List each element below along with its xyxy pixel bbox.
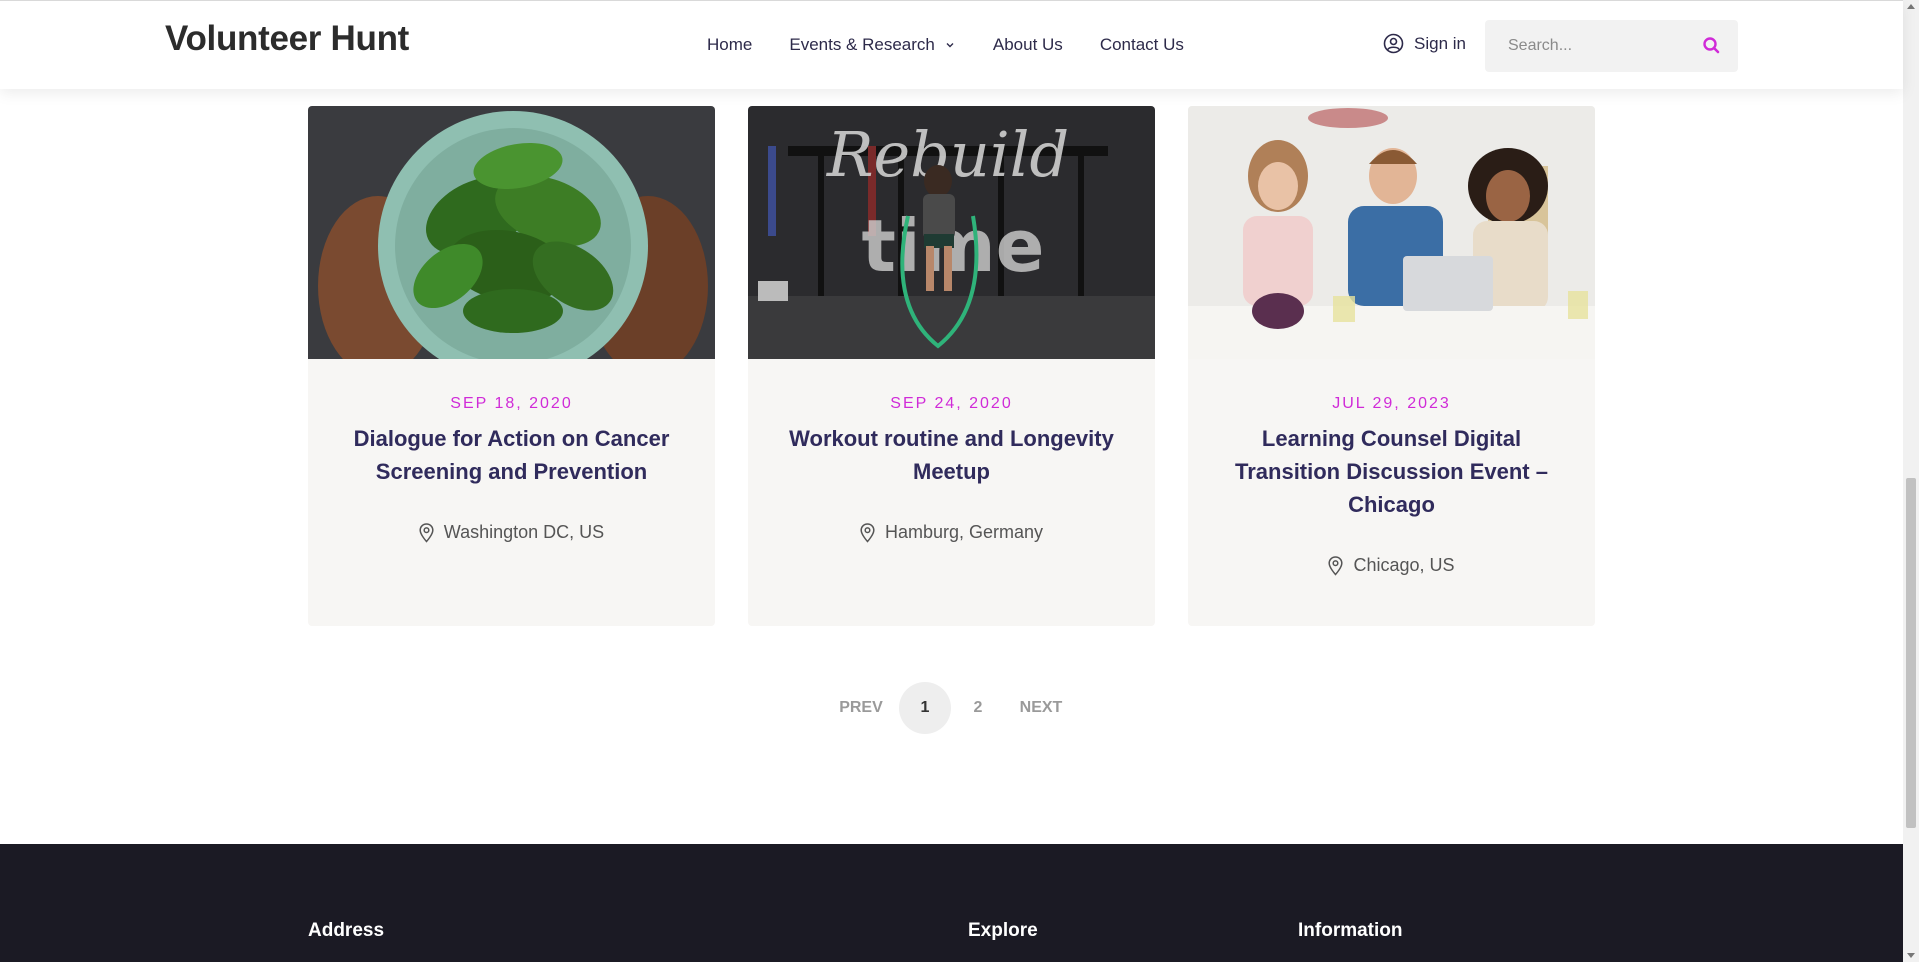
nav-about-us[interactable]: About Us <box>993 35 1063 55</box>
event-title[interactable]: Learning Counsel Digital Transition Disc… <box>1218 422 1565 521</box>
event-date: SEP 18, 2020 <box>450 395 573 412</box>
prev-page-button[interactable]: PREV <box>836 682 886 734</box>
map-pin-icon <box>1328 555 1344 576</box>
page-1-button[interactable]: 1 <box>899 682 951 734</box>
footer-heading-address: Address <box>308 920 385 941</box>
site-footer: Address Explore Information <box>0 844 1903 962</box>
event-card[interactable]: Rebuild time SEP 24, 2020 Workout routin… <box>748 106 1155 626</box>
event-image[interactable] <box>1188 106 1595 359</box>
event-title[interactable]: Workout routine and Longevity Meetup <box>778 422 1125 488</box>
event-date: SEP 24, 2020 <box>890 395 1013 412</box>
event-title[interactable]: Dialogue for Action on Cancer Screening … <box>338 422 685 488</box>
sign-in-label: Sign in <box>1414 33 1466 53</box>
event-location-label: Hamburg, Germany <box>884 522 1044 542</box>
footer-heading-information: Information <box>1298 920 1403 941</box>
nav-contact-us[interactable]: Contact Us <box>1100 35 1184 55</box>
event-date: JUL 29, 2023 <box>1332 395 1451 412</box>
nav-events-label: Events & Research <box>789 35 935 54</box>
event-location-label: Chicago, US <box>1353 555 1455 575</box>
event-location: Hamburg, Germany <box>748 522 1155 543</box>
scroll-down-arrow-icon[interactable] <box>1907 953 1915 958</box>
pagination: PREV 1 2 NEXT <box>0 682 1903 734</box>
footer-heading-explore: Explore <box>968 920 1038 941</box>
event-card[interactable]: JUL 29, 2023 Learning Counsel Digital Tr… <box>1188 106 1595 626</box>
event-location: Chicago, US <box>1188 555 1595 576</box>
map-pin-icon <box>419 522 434 543</box>
page-scrollbar[interactable] <box>1903 0 1919 962</box>
chevron-down-icon <box>946 43 954 48</box>
nav-home[interactable]: Home <box>707 35 752 55</box>
user-circle-icon <box>1383 33 1404 54</box>
search-input[interactable] <box>1485 20 1685 72</box>
search-icon[interactable] <box>1702 36 1721 55</box>
main-nav: Home Events & Research About Us Contact … <box>707 35 1221 55</box>
map-pin-icon <box>860 522 875 543</box>
event-location: Washington DC, US <box>308 522 715 543</box>
workout-gym-image: Rebuild time <box>748 106 1155 359</box>
next-page-button[interactable]: NEXT <box>1016 682 1066 734</box>
event-card[interactable]: SEP 18, 2020 Dialogue for Action on Canc… <box>308 106 715 626</box>
site-logo[interactable]: Volunteer Hunt <box>165 19 409 59</box>
event-location-label: Washington DC, US <box>443 522 605 542</box>
sign-in-link[interactable]: Sign in <box>1383 33 1466 54</box>
event-image[interactable] <box>308 106 715 359</box>
nav-events-research[interactable]: Events & Research <box>789 35 956 55</box>
nav-home-label: Home <box>707 35 753 54</box>
scroll-up-arrow-icon[interactable] <box>1907 4 1915 9</box>
site-header: Volunteer Hunt Home Events & Research Ab… <box>0 0 1903 89</box>
nav-contact-label: Contact Us <box>1099 35 1184 54</box>
nav-about-label: About Us <box>992 35 1063 54</box>
spinach-bowl-image <box>308 106 715 359</box>
search-box <box>1485 20 1738 72</box>
scrollbar-thumb[interactable] <box>1906 478 1916 828</box>
people-laptop-image <box>1188 106 1595 359</box>
event-image[interactable]: Rebuild time <box>748 106 1155 359</box>
page-2-button[interactable]: 2 <box>968 682 988 734</box>
